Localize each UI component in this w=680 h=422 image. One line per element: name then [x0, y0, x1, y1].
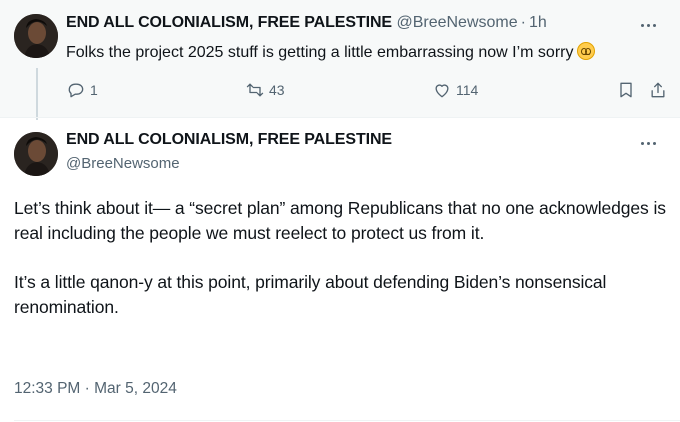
tweet-body: Let’s think about it— a “secret plan” am… — [14, 196, 674, 320]
action-bar: 1 43 114 — [0, 80, 680, 102]
reply-icon — [68, 83, 84, 98]
reply-button[interactable]: 1 — [66, 80, 98, 100]
tweet-text: Folks the project 2025 stuff is getting … — [66, 44, 574, 61]
avatar[interactable] — [14, 132, 58, 176]
timestamp[interactable]: 12:33 PM · Mar 5, 2024 — [14, 380, 177, 398]
avatar-image — [14, 132, 58, 176]
reply-tweet[interactable]: END ALL COLONIALISM, FREE PALESTINE @Bre… — [0, 0, 680, 120]
like-count: 114 — [456, 82, 479, 98]
heart-icon — [435, 84, 449, 98]
reply-count: 1 — [90, 82, 98, 98]
avatar[interactable] — [14, 14, 58, 58]
share-icon — [651, 82, 665, 98]
reply-header: END ALL COLONIALISM, FREE PALESTINE @Bre… — [66, 14, 547, 32]
avatar-image — [14, 14, 58, 58]
divider — [14, 420, 680, 421]
more-options-icon[interactable] — [638, 138, 660, 148]
divider — [0, 117, 680, 118]
handle[interactable]: @BreeNewsome — [66, 155, 180, 172]
tweet-paragraph-2: It’s a little qanon-y at this point, pri… — [14, 272, 607, 317]
retweet-icon — [246, 83, 264, 97]
share-button[interactable] — [648, 80, 668, 100]
more-options-icon[interactable] — [638, 20, 660, 30]
reply-text-row: Folks the project 2025 stuff is getting … — [66, 42, 596, 62]
retweet-count: 43 — [269, 82, 285, 98]
display-name[interactable]: END ALL COLONIALISM, FREE PALESTINE — [66, 131, 392, 149]
like-button[interactable]: 114 — [432, 80, 478, 100]
bookmark-icon — [620, 82, 632, 98]
separator: · — [520, 14, 526, 31]
handle[interactable]: @BreeNewsome — [396, 14, 517, 31]
tweet-paragraph-1: Let’s think about it— a “secret plan” am… — [14, 198, 666, 243]
bookmark-button[interactable] — [616, 80, 636, 100]
retweet-button[interactable]: 43 — [245, 80, 285, 100]
woozy-face-emoji-icon — [577, 42, 596, 60]
display-name[interactable]: END ALL COLONIALISM, FREE PALESTINE — [66, 14, 392, 31]
time-ago[interactable]: 1h — [529, 14, 547, 31]
